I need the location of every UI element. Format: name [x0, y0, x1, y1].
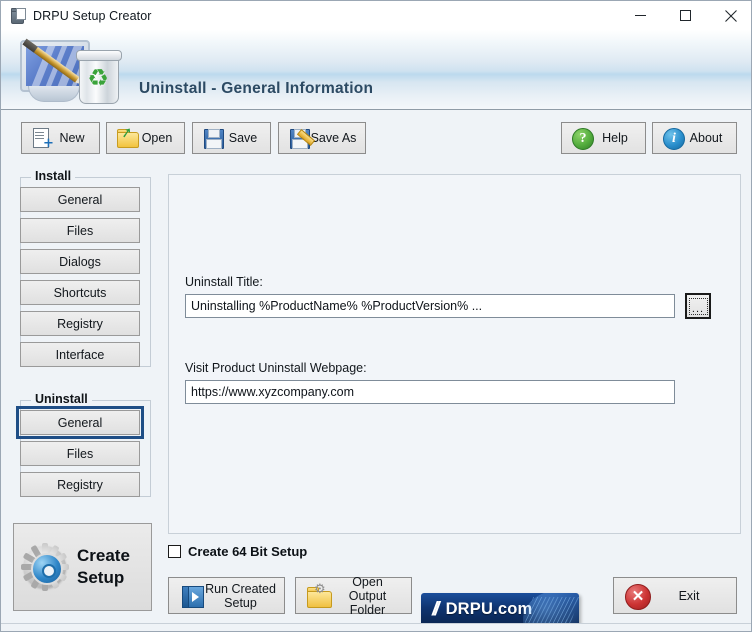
exit-button-label: Exit — [678, 588, 700, 603]
open-folder-icon: ➚ — [116, 124, 139, 149]
about-button-label: About — [689, 131, 723, 145]
sidebar-item-uninstall-general[interactable]: General — [16, 406, 144, 439]
uninstall-webpage-input[interactable] — [185, 380, 675, 404]
open-output-folder-line2: Folder — [349, 602, 386, 617]
recycle-bin-icon — [9, 7, 26, 24]
run-setup-icon — [179, 583, 205, 609]
new-document-icon: + — [31, 127, 54, 150]
uninstall-webpage-label: Visit Product Uninstall Webpage: — [185, 361, 367, 375]
sidebar-item-label: Shortcuts — [53, 285, 107, 300]
open-button-label: Open — [141, 131, 173, 145]
info-icon: i — [662, 127, 685, 150]
slash-icon: // — [432, 598, 439, 620]
help-button[interactable]: ? Help — [561, 122, 646, 154]
sidebar-item-install-general[interactable]: General — [20, 187, 140, 212]
save-button-label: Save — [228, 131, 258, 145]
output-folder-icon: ⚙ — [306, 583, 332, 609]
save-as-button-label: Save As — [310, 131, 357, 145]
help-button-label: Help — [602, 131, 628, 145]
run-created-setup-label: Run Created Setup — [205, 582, 284, 610]
sidebar-item-install-interface[interactable]: Interface — [20, 342, 140, 367]
sidebar-item-label: Registry — [57, 477, 103, 492]
save-as-button[interactable]: Save As — [278, 122, 366, 154]
browse-button[interactable]: ... — [685, 293, 711, 319]
status-bar — [1, 623, 751, 631]
page-title: Uninstall - General Information — [139, 80, 374, 97]
drpu-banner-text: DRPU.com — [445, 600, 533, 618]
run-created-setup-line1: Run Created — [205, 581, 276, 596]
window-title: DRPU Setup Creator — [33, 8, 152, 23]
gear-icon — [21, 543, 69, 591]
new-button-label: New — [59, 131, 85, 145]
sidebar-item-install-dialogs[interactable]: Dialogs — [20, 249, 140, 274]
floppy-disk-pencil-icon — [288, 127, 316, 149]
open-output-folder-label: Open Output Folder — [332, 575, 411, 617]
sidebar-item-label: Files — [66, 446, 94, 461]
maximize-button[interactable] — [663, 1, 708, 30]
sidebar-item-label: Files — [66, 223, 94, 238]
toolbar: + New ➚ Open Save Save As ? Help i About — [1, 110, 751, 167]
close-button[interactable] — [708, 1, 751, 30]
create-64bit-setup-checkbox[interactable] — [168, 545, 181, 558]
ellipsis-icon: ... — [688, 297, 708, 315]
new-button[interactable]: + New — [21, 122, 100, 154]
floppy-disk-icon — [202, 127, 224, 149]
sidebar-item-uninstall-registry[interactable]: Registry — [20, 472, 140, 497]
exit-button[interactable]: ✕ Exit — [613, 577, 737, 614]
install-group-title: Install — [31, 169, 76, 183]
monitor-pen-recycle-bin-icon: ♻ — [14, 36, 124, 104]
run-created-setup-button[interactable]: Run Created Setup — [168, 577, 285, 614]
sidebar-item-label: Registry — [57, 316, 103, 331]
sidebar-item-install-registry[interactable]: Registry — [20, 311, 140, 336]
open-output-folder-button[interactable]: ⚙ Open Output Folder — [295, 575, 412, 617]
app-window: DRPU Setup Creator ♻ Uninstall - General… — [0, 0, 752, 632]
sidebar-item-install-files[interactable]: Files — [20, 218, 140, 243]
main-content-panel: Uninstall Title: ... Visit Product Unins… — [168, 174, 741, 534]
sidebar-item-label: Dialogs — [59, 254, 101, 269]
run-created-setup-line2: Setup — [224, 595, 257, 610]
sidebar-item-install-shortcuts[interactable]: Shortcuts — [20, 280, 140, 305]
sidebar-item-label: Interface — [55, 347, 105, 362]
open-button[interactable]: ➚ Open — [106, 122, 185, 154]
window-controls — [618, 1, 751, 30]
banner-lines-decoration — [524, 597, 579, 623]
create-setup-button[interactable]: Create Setup — [13, 523, 152, 611]
title-bar: DRPU Setup Creator — [1, 1, 751, 31]
sidebar-item-uninstall-files[interactable]: Files — [20, 441, 140, 466]
minimize-button[interactable] — [618, 1, 663, 30]
sidebar-item-label: General — [57, 415, 103, 430]
open-output-folder-line1: Open Output — [348, 574, 387, 603]
save-button[interactable]: Save — [192, 122, 271, 154]
create-64bit-setup-label: Create 64 Bit Setup — [188, 544, 308, 559]
uninstall-title-input[interactable] — [185, 294, 675, 318]
create-64bit-setup-checkbox-row[interactable]: Create 64 Bit Setup — [168, 544, 307, 559]
header-banner: ♻ Uninstall - General Information — [1, 30, 751, 110]
exit-x-icon: ✕ — [624, 583, 651, 610]
create-setup-line1: Create — [77, 546, 130, 565]
uninstall-group-title: Uninstall — [31, 392, 92, 406]
uninstall-title-label: Uninstall Title: — [185, 275, 263, 289]
create-setup-label: Create Setup — [77, 545, 130, 589]
create-setup-line2: Setup — [77, 568, 125, 587]
question-mark-icon: ? — [571, 127, 594, 150]
drpu-logo-banner[interactable]: // DRPU.com — [421, 593, 579, 626]
about-button[interactable]: i About — [652, 122, 737, 154]
sidebar-item-label: General — [57, 192, 103, 207]
